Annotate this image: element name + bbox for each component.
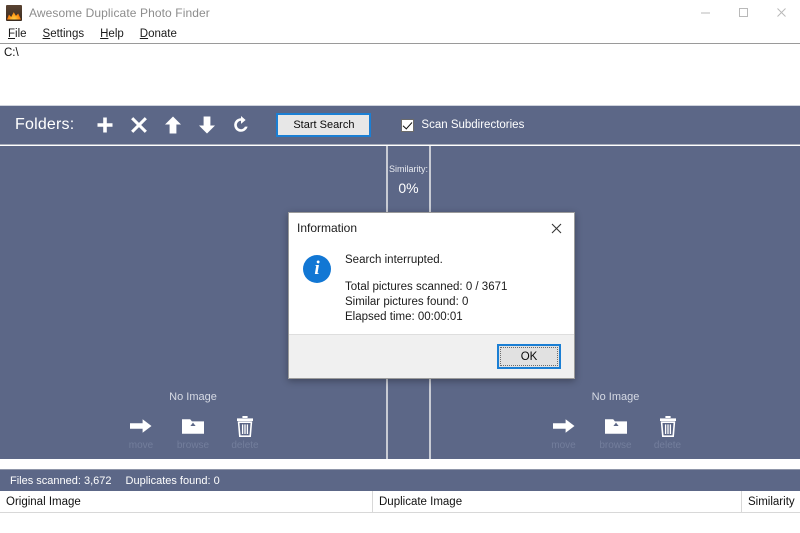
menu-item-file[interactable]: File bbox=[0, 25, 35, 43]
column-header-duplicate-image[interactable]: Duplicate Image bbox=[373, 491, 742, 513]
move-down-button[interactable] bbox=[190, 108, 224, 142]
cross-icon bbox=[130, 116, 148, 134]
folder-list[interactable]: C:\ bbox=[0, 43, 800, 105]
minimize-button[interactable] bbox=[686, 0, 724, 25]
folder-list-item[interactable]: C:\ bbox=[0, 44, 800, 60]
menu-item-help[interactable]: Help bbox=[92, 25, 132, 43]
refresh-icon bbox=[231, 115, 251, 135]
folder-upload-icon bbox=[602, 413, 630, 439]
arrow-down-icon bbox=[198, 115, 216, 135]
duplicate-move-label: move bbox=[551, 440, 575, 451]
arrow-up-icon bbox=[164, 115, 182, 135]
menu-item-label-file: ile bbox=[15, 28, 27, 40]
reset-button[interactable] bbox=[224, 108, 258, 142]
duplicate-browse-action[interactable]: browse bbox=[596, 413, 636, 451]
dialog-message-lead: Search interrupted. bbox=[345, 253, 507, 268]
menu-accel-donate: D bbox=[140, 28, 148, 40]
duplicate-delete-label: delete bbox=[654, 440, 681, 451]
menu-item-label-settings: ettings bbox=[50, 28, 84, 40]
add-folder-button[interactable] bbox=[88, 108, 122, 142]
close-icon bbox=[551, 223, 562, 234]
flame-icon bbox=[6, 5, 22, 21]
status-bar: Files scanned: 3,672 Duplicates found: 0 bbox=[0, 469, 800, 491]
arrow-right-icon bbox=[550, 413, 578, 439]
original-browse-label: browse bbox=[177, 440, 209, 451]
application-window: Awesome Duplicate Photo Finder File Sett… bbox=[0, 0, 800, 533]
dialog-close-button[interactable] bbox=[538, 214, 574, 242]
files-scanned-status: Files scanned: 3,672 bbox=[10, 475, 112, 487]
duplicate-delete-action[interactable]: delete bbox=[648, 413, 688, 451]
maximize-button[interactable] bbox=[724, 0, 762, 25]
original-no-image-block: No Image move bbox=[0, 391, 386, 451]
folder-upload-icon bbox=[179, 413, 207, 439]
dialog-similar-pictures: Similar pictures found: 0 bbox=[345, 295, 507, 310]
window-title: Awesome Duplicate Photo Finder bbox=[29, 6, 210, 20]
remove-folder-button[interactable] bbox=[122, 108, 156, 142]
window-controls bbox=[686, 0, 800, 25]
dialog-title-bar: Information bbox=[289, 213, 574, 243]
dialog-footer: OK bbox=[289, 334, 574, 378]
close-button[interactable] bbox=[762, 0, 800, 25]
folders-label: Folders: bbox=[15, 116, 74, 134]
menu-bar: File Settings Help Donate bbox=[0, 25, 800, 43]
similarity-value: 0% bbox=[388, 180, 429, 196]
original-no-image-label: No Image bbox=[169, 391, 217, 403]
original-delete-label: delete bbox=[231, 440, 258, 451]
original-delete-action[interactable]: delete bbox=[225, 413, 265, 451]
trash-icon bbox=[231, 413, 259, 439]
dialog-body: i Search interrupted. Total pictures sca… bbox=[289, 243, 574, 334]
duplicate-move-action[interactable]: move bbox=[544, 413, 584, 451]
dialog-title: Information bbox=[297, 221, 357, 235]
column-header-original-image[interactable]: Original Image bbox=[0, 491, 373, 513]
duplicate-no-image-block: No Image move bbox=[431, 391, 800, 451]
dialog-message: Search interrupted. Total pictures scann… bbox=[345, 253, 507, 334]
original-action-row: move browse bbox=[121, 413, 265, 451]
menu-item-settings[interactable]: Settings bbox=[35, 25, 93, 43]
duplicate-action-row: move browse bbox=[544, 413, 688, 451]
menu-accel-file: F bbox=[8, 28, 15, 40]
folders-toolbar: Folders: Start Search bbox=[0, 105, 800, 145]
menu-item-label-donate: onate bbox=[148, 28, 177, 40]
results-header: Original Image Duplicate Image Similarit… bbox=[0, 491, 800, 513]
plus-icon bbox=[95, 115, 115, 135]
original-move-action[interactable]: move bbox=[121, 413, 161, 451]
dialog-elapsed-time: Elapsed time: 00:00:01 bbox=[345, 310, 507, 325]
start-search-label: Start Search bbox=[293, 119, 354, 131]
duplicates-found-status: Duplicates found: 0 bbox=[126, 475, 220, 487]
menu-item-donate[interactable]: Donate bbox=[132, 25, 185, 43]
information-dialog: Information i Search interrupted. Total … bbox=[288, 212, 575, 379]
title-bar: Awesome Duplicate Photo Finder bbox=[0, 0, 800, 25]
duplicate-browse-label: browse bbox=[599, 440, 631, 451]
menu-item-label-help: elp bbox=[108, 28, 123, 40]
similarity-label: Similarity: bbox=[388, 164, 429, 174]
duplicate-no-image-label: No Image bbox=[592, 391, 640, 403]
column-header-similarity[interactable]: Similarity bbox=[742, 491, 800, 513]
move-up-button[interactable] bbox=[156, 108, 190, 142]
start-search-button[interactable]: Start Search bbox=[276, 113, 371, 137]
results-list[interactable]: Original Image Duplicate Image Similarit… bbox=[0, 491, 800, 533]
dialog-total-pictures: Total pictures scanned: 0 / 3671 bbox=[345, 280, 507, 295]
trash-icon bbox=[654, 413, 682, 439]
dialog-ok-button[interactable]: OK bbox=[498, 345, 560, 368]
original-browse-action[interactable]: browse bbox=[173, 413, 213, 451]
dialog-ok-label: OK bbox=[521, 351, 538, 363]
scan-subdirectories-label: Scan Subdirectories bbox=[421, 119, 524, 131]
scan-subdirectories-checkbox[interactable]: Scan Subdirectories bbox=[401, 119, 524, 132]
checkbox-box[interactable] bbox=[401, 119, 414, 132]
original-move-label: move bbox=[129, 440, 153, 451]
info-icon: i bbox=[303, 255, 331, 283]
arrow-right-icon bbox=[127, 413, 155, 439]
